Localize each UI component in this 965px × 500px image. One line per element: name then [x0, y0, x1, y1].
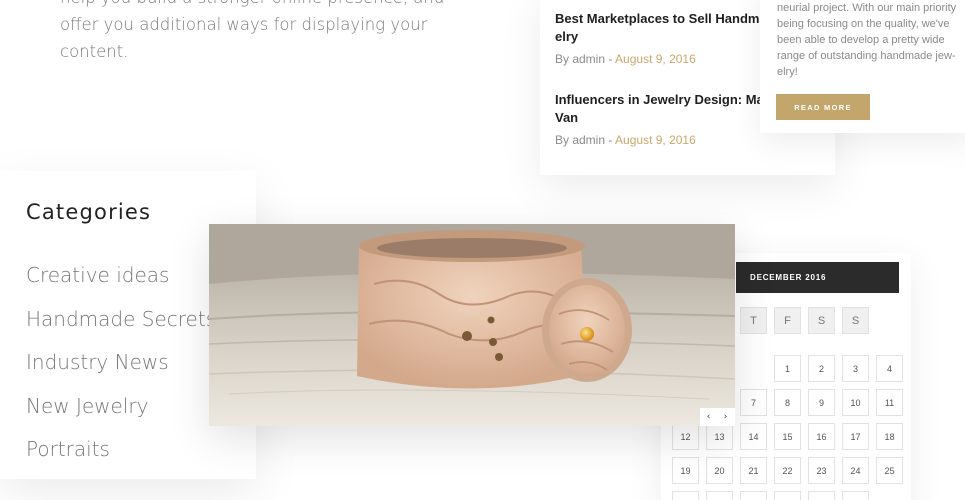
intro-line: content.	[60, 42, 129, 61]
post-title[interactable]: Influencers in Jewelry Design: Mart Van	[555, 91, 795, 127]
calendar-day[interactable]: 17	[842, 423, 869, 450]
calendar-day[interactable]: 18	[876, 423, 903, 450]
calendar-day[interactable]: 3	[842, 355, 869, 382]
post-title-line[interactable]: elry	[555, 28, 795, 46]
about-line: been able to develop a pretty wide	[777, 34, 945, 46]
calendar-day[interactable]: 20	[706, 457, 733, 484]
about-line: neurial project. With our main priority	[777, 2, 957, 14]
slider-next-button[interactable]: ›	[717, 408, 734, 426]
intro-line: help you build a stronger online presenc…	[60, 0, 444, 11]
calendar-day[interactable]: 29	[774, 491, 801, 500]
calendar-day[interactable]: 25	[876, 457, 903, 484]
calendar-day[interactable]: 28	[740, 491, 767, 500]
post-meta: By admin - August 9, 2016	[555, 52, 795, 66]
calendar-day[interactable]: 13	[706, 423, 733, 450]
calendar-day[interactable]: 8	[774, 389, 801, 416]
calendar-day[interactable]: 11	[876, 389, 903, 416]
calendar-day[interactable]: 21	[740, 457, 767, 484]
slider-nav: ‹ ›	[700, 408, 735, 426]
post-item[interactable]: Best Marketplaces to Sell Handma elry By…	[555, 10, 795, 66]
calendar-day[interactable]: 30	[808, 491, 835, 500]
category-link[interactable]: Creative ideas	[26, 254, 216, 298]
calendar-day[interactable]: 14	[740, 423, 767, 450]
calendar-day[interactable]: 31	[842, 491, 869, 500]
calendar-day[interactable]: 2	[808, 355, 835, 382]
about-card: neurial project. With our main priority …	[760, 0, 965, 133]
category-link[interactable]: Industry News	[26, 341, 216, 385]
categories-title: Categories	[26, 200, 152, 224]
image-slider[interactable]	[209, 224, 735, 426]
calendar-day[interactable]: 24	[842, 457, 869, 484]
calendar-day[interactable]: 26	[672, 491, 699, 500]
calendar-day[interactable]: 22	[774, 457, 801, 484]
post-title-line[interactable]: Van	[555, 109, 795, 127]
meta-separator: -	[605, 52, 616, 66]
post-author[interactable]: By admin	[555, 133, 605, 147]
about-line: elry!	[777, 66, 798, 78]
post-date[interactable]: August 9, 2016	[615, 133, 696, 147]
post-meta: By admin - August 9, 2016	[555, 133, 795, 147]
calendar-day[interactable]: 4	[876, 355, 903, 382]
calendar-day[interactable]: 9	[808, 389, 835, 416]
categories-list: Creative ideas Handmade Secrets Industry…	[26, 254, 216, 472]
post-title-line[interactable]: Influencers in Jewelry Design: Mart	[555, 91, 795, 109]
meta-separator: -	[605, 133, 616, 147]
post-author[interactable]: By admin	[555, 52, 605, 66]
calendar-day[interactable]: 23	[808, 457, 835, 484]
weekday-header: F	[774, 307, 801, 334]
calendar-day[interactable]: 1	[774, 355, 801, 382]
weekday-header: S	[842, 307, 869, 334]
slider-prev-button[interactable]: ‹	[700, 408, 717, 426]
intro-text: help you build a stronger online presenc…	[60, 0, 444, 65]
category-link[interactable]: Portraits	[26, 428, 216, 472]
calendar-day[interactable]: 19	[672, 457, 699, 484]
calendar-month-header: DECEMBER 2016	[736, 262, 899, 293]
post-title[interactable]: Best Marketplaces to Sell Handma elry	[555, 10, 795, 46]
weekday-header: S	[808, 307, 835, 334]
calendar-day[interactable]: 12	[672, 423, 699, 450]
read-more-button[interactable]: READ MORE	[776, 94, 870, 120]
post-item[interactable]: Influencers in Jewelry Design: Mart Van …	[555, 91, 795, 147]
post-title-line[interactable]: Best Marketplaces to Sell Handma	[555, 10, 795, 28]
about-line: being focusing on the quality, we've	[777, 18, 950, 30]
calendar-day[interactable]: 27	[706, 491, 733, 500]
about-text: neurial project. With our main priority …	[777, 0, 965, 80]
calendar-day[interactable]: 16	[808, 423, 835, 450]
calendar-day[interactable]: 7	[740, 389, 767, 416]
post-date[interactable]: August 9, 2016	[615, 52, 696, 66]
category-link[interactable]: New Jewelry	[26, 385, 216, 429]
calendar-day[interactable]: 10	[842, 389, 869, 416]
bracelet-ring-photo	[209, 224, 735, 426]
calendar-day[interactable]: 15	[774, 423, 801, 450]
weekday-header: T	[740, 307, 767, 334]
intro-line: offer you additional ways for displaying…	[60, 15, 428, 34]
category-link[interactable]: Handmade Secrets	[26, 298, 216, 342]
about-line: range of outstanding handmade jew-	[777, 50, 956, 62]
